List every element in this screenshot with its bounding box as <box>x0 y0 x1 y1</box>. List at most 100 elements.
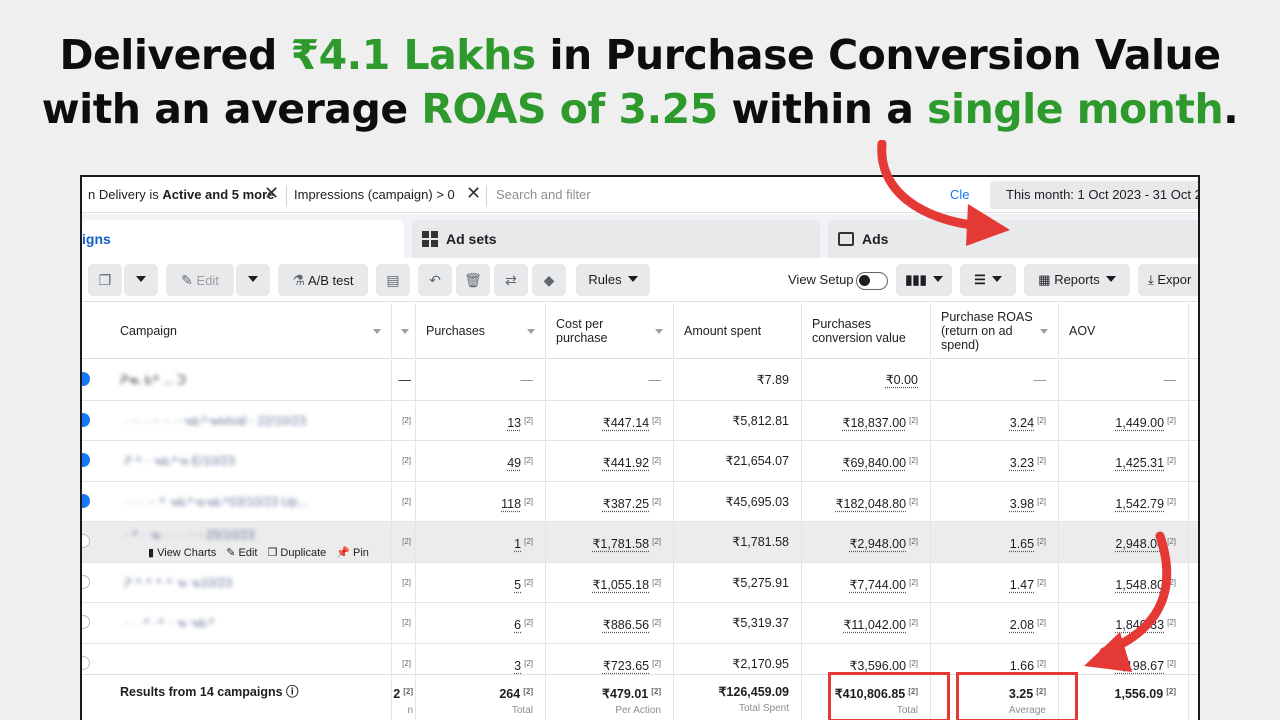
total-purchases: 264 [2] <box>499 687 533 701</box>
campaign-name-link[interactable]: ᕈ ᐞ · ᓀᖶᐞᓀ E/10/23 <box>124 441 235 481</box>
delivery-toggle[interactable] <box>82 655 90 670</box>
row-action-edit[interactable]: ✎ Edit <box>226 547 257 559</box>
campaign-name-link[interactable]: · · · ·· ᐞ ᓀᖶᐞᓀᓀᖶᐞ03/10/23 Up... <box>124 482 308 522</box>
tab-ads[interactable]: Ads <box>828 220 1198 258</box>
sort-icon <box>401 329 409 334</box>
tab-ad-sets[interactable]: Ad sets <box>412 220 820 258</box>
campaign-name-link[interactable]: · · ·ᐞ ·ᐞ · ᓀ ᓀᖶᐞ <box>124 603 215 643</box>
pencil-icon: ✎ <box>181 272 193 288</box>
column-header-cost-per-purchase[interactable]: Cost per purchase <box>546 303 674 359</box>
pencil-icon: ✎ <box>226 547 239 559</box>
cell-cpp: ₹441.92 [2] <box>546 441 674 481</box>
preview-button[interactable]: ⇄ <box>494 264 528 296</box>
column-header-aov[interactable]: AOV <box>1059 303 1189 359</box>
duplicate-icon: ❐ <box>98 272 112 288</box>
ab-test-button[interactable]: ⚗ A/B test <box>278 264 368 296</box>
delivery-toggle[interactable] <box>82 372 90 386</box>
cell-pcv: ₹7,744.00 [2] <box>802 562 931 602</box>
search-input[interactable]: Search and filter <box>496 183 591 207</box>
column-header-amount-spent[interactable]: Amount spent <box>674 303 802 359</box>
footnote-marker: [2] <box>1037 537 1046 546</box>
delivery-toggle[interactable] <box>82 453 90 467</box>
tab-campaigns[interactable]: igns <box>82 220 404 258</box>
campaign-name-link[interactable]: ᕈᓀ. ᖶᐞ ... ᑐ <box>120 360 186 400</box>
cell-roas: 3.98 [2] <box>931 481 1059 521</box>
footnote-marker: [2] <box>652 618 661 627</box>
table-row[interactable]: ᕈ ᐞ · ᓀᖶᐞᓀ E/10/23 [2] 49 [2] ₹441.92 [2] ₹21,… <box>82 441 1198 482</box>
footnote-marker: [2] <box>1167 658 1176 668</box>
table-row[interactable]: ᕈᓀ. ᖶᐞ ... ᑐ — — — ₹7.89 ₹0.00— — <box>82 360 1198 401</box>
export-button[interactable]: ⤓ Expor <box>1138 264 1198 296</box>
campaign-name-link[interactable]: · ·· · ·· ·· ··ᓀᖶᐞᓀivival - 22/10/23 <box>124 401 306 441</box>
duplicate-button[interactable]: ❐ <box>88 264 122 296</box>
delivery-toggle[interactable] <box>82 615 90 629</box>
edit-dropdown[interactable] <box>236 264 270 296</box>
delivery-toggle[interactable] <box>82 493 90 508</box>
filter-chip-impressions[interactable]: Impressions (campaign) > 0 <box>294 183 455 207</box>
headline-highlight-period: single month <box>927 85 1224 133</box>
headline-text: within a <box>717 85 928 133</box>
column-header-purchase-roas[interactable]: Purchase ROAS (return on ad spend) <box>931 303 1059 359</box>
column-header-purchases[interactable]: Purchases <box>416 303 546 359</box>
pin-icon: 📌 <box>336 547 354 559</box>
footnote-marker: [2] <box>402 618 411 627</box>
footnote-marker: [2] <box>524 537 533 546</box>
cell-aov: 1,840.33 [2] <box>1059 603 1189 643</box>
cell-purchases: — <box>416 360 546 400</box>
table-row[interactable]: ᕈ ᐞ ᐞ ᐞ ᐞ ᓀ ᓀ10/23 [2] 5 [2] ₹1,055.18 [2] ₹5,… <box>82 562 1198 603</box>
footnote-marker: [2] <box>909 658 918 668</box>
close-icon[interactable]: ✕ <box>264 181 279 205</box>
cell-spent: ₹45,695.03 <box>674 481 802 521</box>
filter-chip-delivery[interactable]: n Delivery is Active and 5 more <box>88 183 274 207</box>
cell-purchases: 1 [2] <box>416 522 546 562</box>
headline-line-1: Delivered ₹4.1 Lakhs in Purchase Convers… <box>0 28 1280 82</box>
cell-cpp: ₹447.14 [2] <box>546 400 674 440</box>
campaign-name-link[interactable]: · ᐞ · ᓀ · · · ·· - 25/10/23 <box>124 522 255 548</box>
headline-text: Delivered <box>59 31 291 79</box>
close-icon[interactable]: ✕ <box>466 181 481 205</box>
cell-aov: 1,425.31 [2] <box>1059 441 1189 481</box>
table-header: Campaign Purchases Cost per purchase Amou… <box>82 303 1198 359</box>
delivery-toggle[interactable] <box>82 412 90 427</box>
footnote-marker: [2] <box>652 658 661 668</box>
footnote-marker: [2] <box>1167 618 1176 627</box>
cell-cpp: ₹1,055.18 [2] <box>546 562 674 602</box>
clear-filters-link[interactable]: Cle <box>950 183 970 207</box>
delivery-toggle[interactable] <box>82 534 90 548</box>
breakdown-button[interactable]: ☰ <box>960 264 1016 296</box>
tag-button[interactable]: ◆ <box>532 264 566 296</box>
clipboard-button[interactable]: ▤ <box>376 264 410 296</box>
chevron-down-icon <box>991 276 1002 282</box>
cell-cpp: — <box>546 360 674 400</box>
column-header-campaign[interactable]: Campaign <box>110 303 392 359</box>
view-setup-toggle[interactable] <box>856 272 888 290</box>
duplicate-dropdown[interactable] <box>124 264 158 296</box>
total-cost-per-purchase: ₹479.01 [2] <box>602 687 661 701</box>
cell-purchases: 49 [2] <box>416 441 546 481</box>
row-action-view-charts[interactable]: ▮ View Charts <box>148 547 216 559</box>
footnote-marker: [2] <box>402 577 411 587</box>
delete-button[interactable]: 🗑 <box>456 264 490 296</box>
row-action-pin[interactable]: 📌 Pin <box>336 547 369 559</box>
undo-button[interactable]: ↶ <box>418 264 452 296</box>
table-row[interactable]: · ·· · ·· ·· ··ᓀᖶᐞᓀivival - 22/10/23 [2] 1… <box>82 400 1198 441</box>
tag-icon: ◆ <box>543 272 555 288</box>
clipboard-icon: ▤ <box>386 272 400 288</box>
columns-button[interactable]: ▮▮▮ <box>896 264 952 296</box>
column-header-purchase-conversion-value[interactable]: Purchases conversion value <box>802 303 931 359</box>
campaign-name-link[interactable]: ᕈ ᐞ ᐞ ᐞ ᐞ ᓀ ᓀ10/23 <box>124 563 232 603</box>
delivery-toggle[interactable] <box>82 574 90 589</box>
table-row[interactable]: · · ·ᐞ ·ᐞ · ᓀ ᓀᖶᐞ [2] 6 [2] ₹886.56 [2] ₹5,319… <box>82 603 1198 644</box>
column-header-hidden[interactable] <box>392 303 416 359</box>
headline-text: . <box>1223 85 1239 133</box>
reports-button[interactable]: ▦ Reports <box>1024 264 1130 296</box>
rules-button[interactable]: Rules <box>576 264 650 296</box>
chevron-down-icon <box>248 276 258 282</box>
edit-button[interactable]: ✎ Edit <box>166 264 234 296</box>
row-action-duplicate[interactable]: ❐ Duplicate <box>267 547 326 559</box>
cell-pcv: ₹18,837.00 [2] <box>802 400 931 440</box>
table-row[interactable]: · · · ·· ᐞ ᓀᖶᐞᓀᓀᖶᐞ03/10/23 Up... [2] 118 [2… <box>82 481 1198 522</box>
info-icon[interactable]: ⓘ <box>286 685 299 699</box>
table-row[interactable]: · ᐞ · ᓀ · · · ·· - 25/10/23 ▮ View Charts… <box>82 522 1198 563</box>
date-range-picker[interactable]: This month: 1 Oct 2023 - 31 Oct 2023 <box>990 181 1198 209</box>
